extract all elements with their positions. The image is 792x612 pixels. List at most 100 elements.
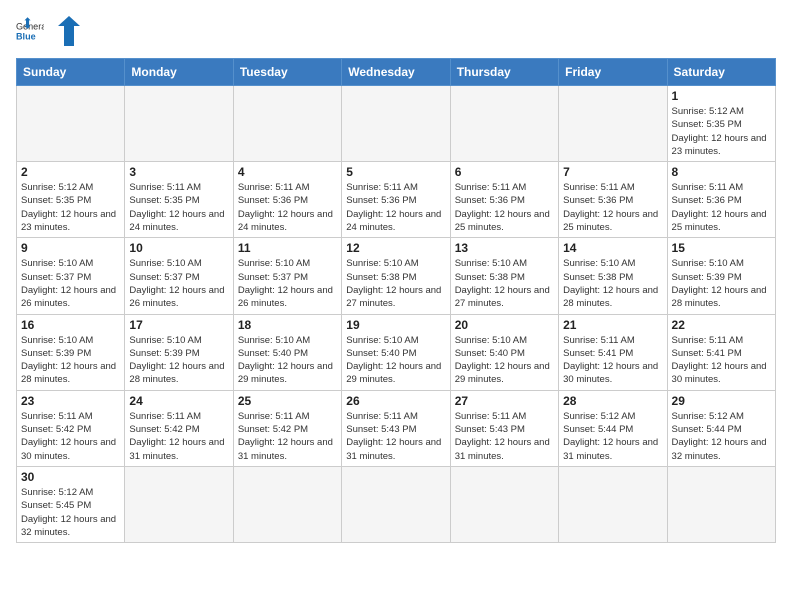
logo-arrow-icon (58, 16, 80, 46)
calendar-cell: 21Sunrise: 5:11 AMSunset: 5:41 PMDayligh… (559, 314, 667, 390)
day-info: Sunrise: 5:11 AMSunset: 5:43 PMDaylight:… (346, 410, 445, 463)
day-number: 1 (672, 89, 771, 103)
calendar-table: SundayMondayTuesdayWednesdayThursdayFrid… (16, 58, 776, 543)
calendar-cell: 13 Sunrise: 5:10 AMSunset: 5:38 PMDayligh… (450, 238, 558, 314)
calendar-cell: 8Sunrise: 5:11 AMSunset: 5:36 PMDaylight… (667, 162, 775, 238)
day-info: Sunrise: 5:12 AMSunset: 5:35 PMDaylight:… (21, 181, 120, 234)
day-info: Sunrise: 5:10 AMSunset: 5:40 PMDaylight:… (346, 334, 445, 387)
calendar-cell: 11 Sunrise: 5:10 AMSunset: 5:37 PMDayligh… (233, 238, 341, 314)
calendar-cell (233, 466, 341, 542)
calendar-cell (125, 86, 233, 162)
day-info: Sunrise: 5:10 AMSunset: 5:37 PMDaylight:… (129, 257, 228, 310)
col-header-thursday: Thursday (450, 59, 558, 86)
day-info: Sunrise: 5:10 AMSunset: 5:39 PMDaylight:… (129, 334, 228, 387)
day-number: 10 (129, 241, 228, 255)
day-info: Sunrise: 5:10 AMSunset: 5:39 PMDaylight:… (21, 334, 120, 387)
calendar-cell: 28 Sunrise: 5:12 AMSunset: 5:44 PMDayligh… (559, 390, 667, 466)
calendar-cell: 30Sunrise: 5:12 AMSunset: 5:45 PMDayligh… (17, 466, 125, 542)
day-number: 28 (563, 394, 662, 408)
calendar-cell (450, 466, 558, 542)
day-number: 4 (238, 165, 337, 179)
calendar-cell (17, 86, 125, 162)
col-header-saturday: Saturday (667, 59, 775, 86)
day-number: 9 (21, 241, 120, 255)
day-number: 11 (238, 241, 337, 255)
logo-icon: General Blue (16, 17, 44, 45)
calendar-cell: 14 Sunrise: 5:10 AMSunset: 5:38 PMDayligh… (559, 238, 667, 314)
calendar-cell: 17 Sunrise: 5:10 AMSunset: 5:39 PMDayligh… (125, 314, 233, 390)
day-info: Sunrise: 5:11 AMSunset: 5:43 PMDaylight:… (455, 410, 554, 463)
day-number: 25 (238, 394, 337, 408)
day-info: Sunrise: 5:10 AMSunset: 5:40 PMDaylight:… (238, 334, 337, 387)
day-number: 26 (346, 394, 445, 408)
day-info: Sunrise: 5:10 AMSunset: 5:40 PMDaylight:… (455, 334, 554, 387)
day-info: Sunrise: 5:10 AMSunset: 5:37 PMDaylight:… (238, 257, 337, 310)
day-number: 5 (346, 165, 445, 179)
col-header-friday: Friday (559, 59, 667, 86)
calendar-cell: 25 Sunrise: 5:11 AMSunset: 5:42 PMDayligh… (233, 390, 341, 466)
day-number: 14 (563, 241, 662, 255)
calendar-week-row: 2 Sunrise: 5:12 AMSunset: 5:35 PMDaylight… (17, 162, 776, 238)
day-number: 29 (672, 394, 771, 408)
calendar-cell: 29 Sunrise: 5:12 AMSunset: 5:44 PMDayligh… (667, 390, 775, 466)
calendar-cell: 3Sunrise: 5:11 AMSunset: 5:35 PMDaylight… (125, 162, 233, 238)
calendar-cell: 12 Sunrise: 5:10 AMSunset: 5:38 PMDayligh… (342, 238, 450, 314)
svg-text:General: General (16, 22, 44, 32)
calendar-cell (233, 86, 341, 162)
day-info: Sunrise: 5:11 AMSunset: 5:42 PMDaylight:… (238, 410, 337, 463)
day-number: 24 (129, 394, 228, 408)
calendar-week-row: 30Sunrise: 5:12 AMSunset: 5:45 PMDayligh… (17, 466, 776, 542)
day-info: Sunrise: 5:11 AMSunset: 5:42 PMDaylight:… (21, 410, 120, 463)
calendar-cell (342, 86, 450, 162)
day-number: 17 (129, 318, 228, 332)
day-number: 22 (672, 318, 771, 332)
col-header-tuesday: Tuesday (233, 59, 341, 86)
day-info: Sunrise: 5:11 AMSunset: 5:36 PMDaylight:… (238, 181, 337, 234)
day-number: 27 (455, 394, 554, 408)
day-info: Sunrise: 5:10 AMSunset: 5:37 PMDaylight:… (21, 257, 120, 310)
day-info: Sunrise: 5:10 AMSunset: 5:38 PMDaylight:… (455, 257, 554, 310)
calendar-week-row: 23Sunrise: 5:11 AMSunset: 5:42 PMDayligh… (17, 390, 776, 466)
calendar-cell (125, 466, 233, 542)
calendar-cell: 26 Sunrise: 5:11 AMSunset: 5:43 PMDayligh… (342, 390, 450, 466)
calendar-cell: 18Sunrise: 5:10 AMSunset: 5:40 PMDayligh… (233, 314, 341, 390)
calendar-cell: 15 Sunrise: 5:10 AMSunset: 5:39 PMDayligh… (667, 238, 775, 314)
day-info: Sunrise: 5:12 AMSunset: 5:45 PMDaylight:… (21, 486, 120, 539)
calendar-cell: 6Sunrise: 5:11 AMSunset: 5:36 PMDaylight… (450, 162, 558, 238)
calendar-cell (559, 86, 667, 162)
calendar-container: General Blue SundayMondayTuesdayWednesda… (0, 0, 792, 612)
day-info: Sunrise: 5:11 AMSunset: 5:36 PMDaylight:… (346, 181, 445, 234)
calendar-week-row: 9 Sunrise: 5:10 AMSunset: 5:37 PMDaylight… (17, 238, 776, 314)
day-number: 20 (455, 318, 554, 332)
day-info: Sunrise: 5:12 AMSunset: 5:35 PMDaylight:… (672, 105, 771, 158)
calendar-cell (342, 466, 450, 542)
day-info: Sunrise: 5:10 AMSunset: 5:38 PMDaylight:… (563, 257, 662, 310)
day-number: 6 (455, 165, 554, 179)
day-info: Sunrise: 5:10 AMSunset: 5:39 PMDaylight:… (672, 257, 771, 310)
calendar-cell: 5 Sunrise: 5:11 AMSunset: 5:36 PMDaylight… (342, 162, 450, 238)
col-header-sunday: Sunday (17, 59, 125, 86)
calendar-cell (559, 466, 667, 542)
day-info: Sunrise: 5:11 AMSunset: 5:42 PMDaylight:… (129, 410, 228, 463)
day-info: Sunrise: 5:10 AMSunset: 5:38 PMDaylight:… (346, 257, 445, 310)
day-number: 2 (21, 165, 120, 179)
col-header-wednesday: Wednesday (342, 59, 450, 86)
day-info: Sunrise: 5:12 AMSunset: 5:44 PMDaylight:… (563, 410, 662, 463)
calendar-cell: 22 Sunrise: 5:11 AMSunset: 5:41 PMDayligh… (667, 314, 775, 390)
day-number: 12 (346, 241, 445, 255)
calendar-week-row: 16Sunrise: 5:10 AMSunset: 5:39 PMDayligh… (17, 314, 776, 390)
calendar-cell: 16Sunrise: 5:10 AMSunset: 5:39 PMDayligh… (17, 314, 125, 390)
day-number: 13 (455, 241, 554, 255)
calendar-cell: 1 Sunrise: 5:12 AMSunset: 5:35 PMDaylight… (667, 86, 775, 162)
day-info: Sunrise: 5:11 AMSunset: 5:36 PMDaylight:… (563, 181, 662, 234)
day-info: Sunrise: 5:12 AMSunset: 5:44 PMDaylight:… (672, 410, 771, 463)
calendar-cell (667, 466, 775, 542)
day-number: 8 (672, 165, 771, 179)
calendar-cell: 24 Sunrise: 5:11 AMSunset: 5:42 PMDayligh… (125, 390, 233, 466)
day-info: Sunrise: 5:11 AMSunset: 5:41 PMDaylight:… (672, 334, 771, 387)
day-info: Sunrise: 5:11 AMSunset: 5:41 PMDaylight:… (563, 334, 662, 387)
col-header-monday: Monday (125, 59, 233, 86)
day-number: 15 (672, 241, 771, 255)
calendar-cell: 9 Sunrise: 5:10 AMSunset: 5:37 PMDaylight… (17, 238, 125, 314)
calendar-cell: 19Sunrise: 5:10 AMSunset: 5:40 PMDayligh… (342, 314, 450, 390)
